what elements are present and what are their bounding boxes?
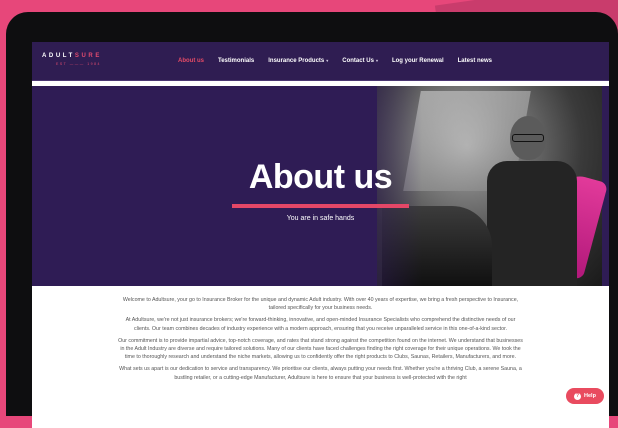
nav-insurance-products[interactable]: Insurance Products ▾ (268, 58, 328, 64)
laptop-frame: ADULTSURE EST ——— 1984 About us Testimon… (6, 12, 618, 428)
page-title: About us (248, 158, 393, 196)
hero-photo-glasses (512, 134, 544, 142)
nav-testimonials[interactable]: Testimonials (218, 58, 254, 64)
logo-text-accent: SURE (74, 53, 102, 59)
nav-about-us[interactable]: About us (178, 58, 204, 64)
nav-insurance-products-label: Insurance Products (268, 58, 325, 64)
about-content: Welcome to Adultsure, your go to Insuran… (117, 296, 524, 386)
help-icon: ? (574, 392, 582, 400)
main-nav: About us Testimonials Insurance Products… (178, 58, 492, 64)
paragraph: At Adultsure, we're not just insurance b… (125, 317, 516, 332)
logo-tagline: EST ——— 1984 (56, 62, 101, 66)
help-label: Help (584, 393, 596, 399)
browser-viewport: ADULTSURE EST ——— 1984 About us Testimon… (32, 42, 609, 428)
paragraph: Welcome to Adultsure, your go to Insuran… (122, 297, 519, 312)
hero-subtitle: You are in safe hands (286, 215, 355, 222)
nav-contact-us[interactable]: Contact Us ▾ (342, 58, 378, 64)
paragraph: What sets us apart is our dedication to … (119, 366, 522, 381)
help-button[interactable]: ? Help (566, 388, 604, 404)
site-header: ADULTSURE EST ——— 1984 About us Testimon… (32, 42, 609, 81)
nav-latest-news[interactable]: Latest news (458, 58, 492, 64)
title-underline (232, 204, 409, 208)
paragraph: Our commitment is to provide impartial a… (118, 337, 523, 361)
nav-log-renewal[interactable]: Log your Renewal (392, 58, 444, 64)
chevron-down-icon: ▾ (375, 58, 378, 63)
logo-text-main: ADULT (42, 53, 75, 59)
nav-contact-us-label: Contact Us (342, 58, 374, 64)
site-logo[interactable]: ADULTSURE EST ——— 1984 (42, 53, 102, 66)
hero-banner: About us You are in safe hands (32, 86, 609, 286)
chevron-down-icon: ▾ (326, 58, 329, 63)
